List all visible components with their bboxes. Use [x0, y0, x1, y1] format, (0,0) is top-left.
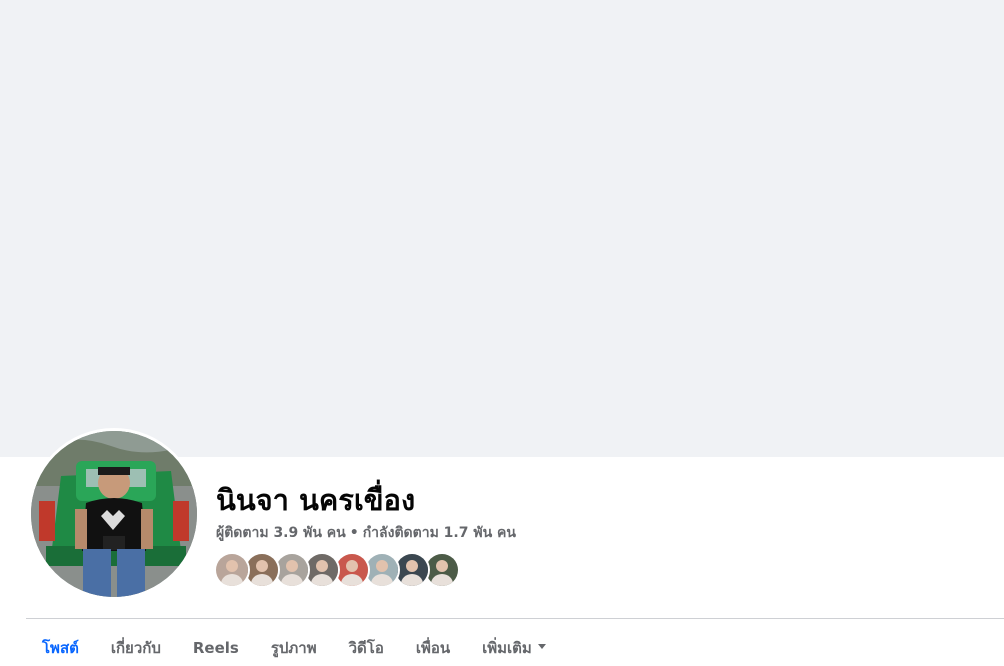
follower-avatars — [214, 552, 460, 588]
stats-separator: • — [349, 525, 359, 541]
tab-label: Reels — [192, 639, 239, 657]
profile-photo-icon — [31, 431, 197, 597]
profile-name: นินจา นครเขื่อง — [216, 483, 416, 517]
followers-count-link[interactable]: ผู้ติดตาม 3.9 พัน คน — [216, 525, 346, 541]
profile-tabs: โพสต์ เกี่ยวกับ Reels รูปภาพ วิดีโอ เพื่อน เพิ… — [26, 628, 562, 666]
follower-avatar-1[interactable] — [214, 552, 250, 588]
tab-label: เกี่ยวกับ — [110, 639, 161, 657]
tab-label: รูปภาพ — [270, 639, 317, 657]
tab-1[interactable]: โพสต์ — [26, 628, 95, 666]
follow-stats: ผู้ติดตาม 3.9 พัน คน • กำลังติดตาม 1.7 พัน… — [216, 522, 516, 544]
tab-5[interactable]: วิดีโอ — [333, 628, 400, 666]
tab-4[interactable]: รูปภาพ — [255, 628, 333, 666]
tabs-divider — [26, 618, 1004, 619]
tab-label: วิดีโอ — [348, 639, 384, 657]
tab-label: เพื่อน — [415, 639, 451, 657]
tab-label: เพิ่มเติม — [482, 639, 532, 657]
tab-label: โพสต์ — [42, 639, 79, 657]
profile-avatar[interactable] — [31, 431, 197, 597]
tab-3[interactable]: Reels — [177, 628, 255, 666]
tab-7[interactable]: เพิ่มเติม — [466, 628, 562, 666]
following-count-link[interactable]: กำลังติดตาม 1.7 พัน คน — [363, 525, 516, 541]
profile-page: นินจา นครเขื่อง ผู้ติดตาม 3.9 พัน คน • กำล… — [0, 0, 1004, 666]
tab-2[interactable]: เกี่ยวกับ — [95, 628, 177, 666]
cover-photo-area[interactable] — [0, 0, 1004, 457]
caret-down-icon — [537, 644, 546, 649]
tab-6[interactable]: เพื่อน — [400, 628, 466, 666]
